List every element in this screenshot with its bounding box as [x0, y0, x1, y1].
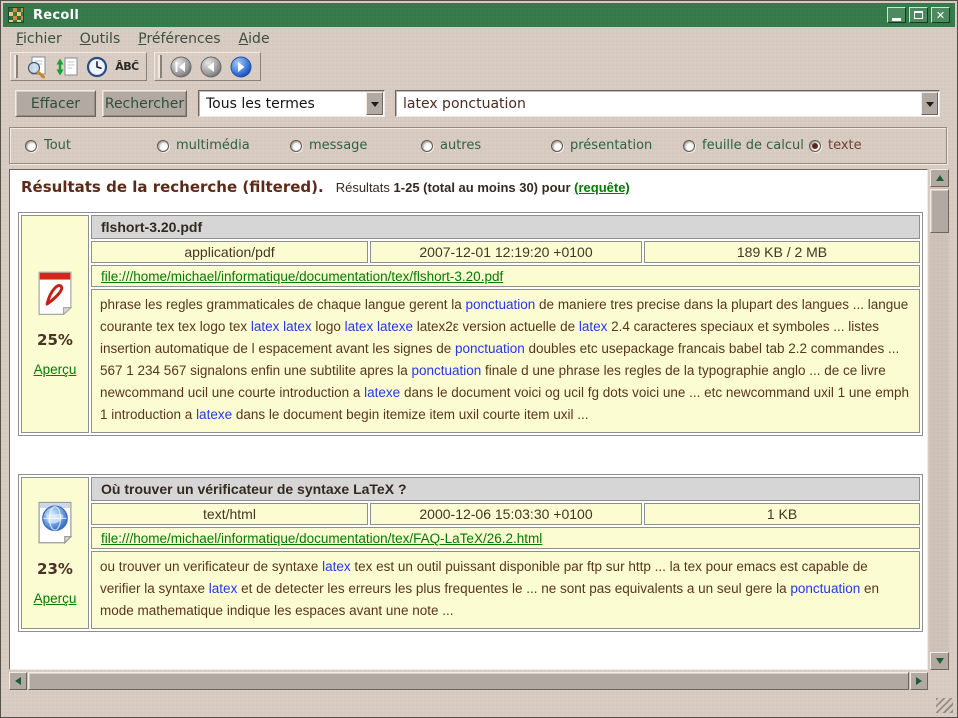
result-date: 2000-12-06 15:03:30 +0100 [370, 503, 642, 525]
window-title: Recoll [33, 8, 79, 23]
radio-icon [157, 140, 169, 152]
search-button[interactable]: Rechercher [102, 90, 187, 117]
arrow-up-icon [936, 175, 944, 181]
search-mode-value: Tous les termes [199, 91, 365, 116]
title-bar: Recoll ✕ [3, 3, 955, 27]
html-file-icon [35, 500, 75, 547]
results-count-prefix: Résultats [336, 180, 390, 195]
go-first-page-button[interactable] [166, 54, 196, 79]
results-header: Résultats de la recherche (filtered). Rés… [21, 178, 921, 196]
result-url-link[interactable]: file:///home/michael/informatique/docume… [101, 269, 503, 284]
preview-link[interactable]: Aperçu [34, 591, 77, 606]
minimize-button[interactable] [887, 7, 906, 23]
query-link[interactable]: (requête) [574, 180, 630, 195]
filter-radio-multimedia[interactable]: multimédia [157, 138, 290, 153]
filter-radio-feuille-de-calcul[interactable]: feuille de calcul [683, 138, 809, 153]
radio-icon [551, 140, 563, 152]
results-list: Résultats de la recherche (filtered). Rés… [9, 169, 928, 670]
radio-icon [290, 140, 302, 152]
go-next-icon [229, 55, 253, 79]
pdf-file-icon [35, 271, 75, 318]
menu-preferences[interactable]: Préférences [129, 30, 229, 48]
arrow-right-icon [916, 677, 922, 685]
vertical-scroll-thumb[interactable] [930, 189, 949, 233]
close-icon: ✕ [936, 10, 945, 21]
chevron-down-icon[interactable] [366, 92, 383, 115]
radio-icon [421, 140, 433, 152]
menu-fichier[interactable]: Fichier [7, 30, 71, 48]
relevance-percent: 23% [37, 560, 73, 578]
document-search-icon [24, 55, 50, 79]
toolbar-group-tools: ÂBĈ [10, 52, 147, 81]
menu-bar: Fichier Outils Préférences Aide [3, 28, 955, 50]
go-next-page-button[interactable] [226, 54, 256, 79]
radio-icon [683, 140, 695, 152]
result-title: Où trouver un vérificateur de syntaxe La… [91, 477, 920, 501]
result-size: 189 KB / 2 MB [644, 241, 920, 263]
minimize-icon [892, 18, 901, 21]
filter-radio-autres[interactable]: autres [421, 138, 551, 153]
recoll-window: Recoll ✕ Fichier Outils Préférences Aide [0, 0, 958, 718]
toolbar-group-navigation [154, 52, 261, 81]
arrow-down-icon [936, 658, 944, 664]
result-snippet: phrase les regles grammaticales de chaqu… [91, 289, 920, 433]
result-size: 1 KB [644, 503, 920, 525]
results-title: Résultats de la recherche (filtered). [21, 178, 324, 196]
filter-radio-texte[interactable]: texte [809, 138, 862, 153]
result-item-2: 23% Aperçu Où trouver un vérificateur de… [18, 474, 923, 632]
recoll-app-icon [8, 7, 24, 23]
sort-results-button[interactable] [52, 54, 82, 79]
history-button[interactable] [82, 54, 112, 79]
result-mime: text/html [91, 503, 368, 525]
toolbar: ÂBĈ [3, 51, 261, 82]
vertical-scrollbar[interactable] [930, 169, 949, 670]
radio-icon [25, 140, 37, 152]
scroll-up-button[interactable] [930, 169, 949, 187]
preview-document-button[interactable] [22, 54, 52, 79]
spellcheck-icon: ÂBĈ [115, 60, 138, 73]
go-previous-page-button[interactable] [196, 54, 226, 79]
scroll-down-button[interactable] [930, 652, 949, 670]
result-date: 2007-12-01 12:19:20 +0100 [370, 241, 642, 263]
radio-icon [809, 140, 821, 152]
maximize-button[interactable] [909, 7, 928, 23]
relevance-percent: 25% [37, 331, 73, 349]
term-explorer-button[interactable]: ÂBĈ [112, 54, 142, 79]
menu-aide[interactable]: Aide [230, 30, 279, 48]
scroll-right-button[interactable] [910, 672, 928, 690]
scroll-left-button[interactable] [9, 672, 27, 690]
search-mode-select[interactable]: Tous les termes [198, 90, 385, 117]
results-count-range: 1-25 (total au moins 30) pour [394, 180, 571, 195]
preview-link[interactable]: Aperçu [34, 362, 77, 377]
horizontal-scroll-thumb[interactable] [28, 672, 909, 690]
chevron-down-icon[interactable] [921, 92, 938, 115]
filter-radio-presentation[interactable]: présentation [551, 138, 683, 153]
toolbar-grip[interactable] [14, 55, 18, 78]
result-mime: application/pdf [91, 241, 368, 263]
result-snippet: ou trouver un verificateur de syntaxe la… [91, 551, 920, 629]
search-controls: Effacer Rechercher Tous les termes [15, 90, 940, 117]
go-first-icon [169, 55, 193, 79]
close-button[interactable]: ✕ [931, 7, 950, 23]
toolbar-grip[interactable] [158, 55, 162, 78]
horizontal-scrollbar[interactable] [9, 672, 928, 690]
menu-outils[interactable]: Outils [71, 30, 129, 48]
search-input[interactable] [396, 91, 920, 116]
filter-radio-tout[interactable]: Tout [25, 138, 157, 153]
search-query-combo [395, 90, 940, 117]
clear-button[interactable]: Effacer [15, 90, 96, 117]
category-filter-bar: Tout multimédia message autres présentat… [9, 127, 947, 164]
result-item-1: 25% Aperçu flshort-3.20.pdf application/… [18, 212, 923, 436]
document-sort-icon [54, 55, 80, 79]
resize-grip[interactable] [936, 698, 953, 713]
arrow-left-icon [15, 677, 21, 685]
go-previous-icon [199, 55, 223, 79]
result-title: flshort-3.20.pdf [91, 215, 920, 239]
clock-icon [85, 55, 109, 79]
maximize-icon [914, 11, 923, 19]
result-url-link[interactable]: file:///home/michael/informatique/docume… [101, 531, 542, 546]
filter-radio-message[interactable]: message [290, 138, 421, 153]
